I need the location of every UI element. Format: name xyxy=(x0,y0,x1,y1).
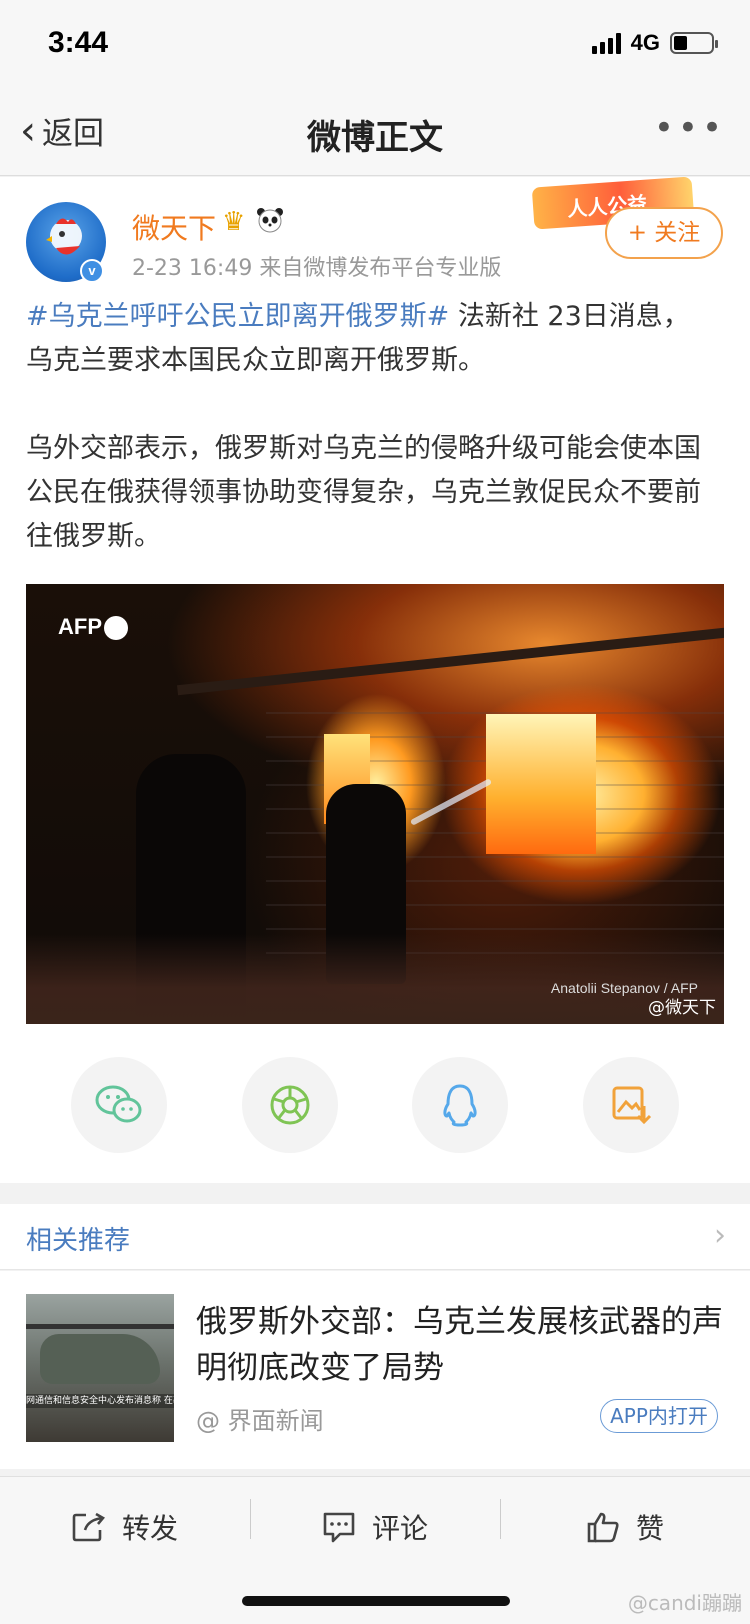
article-thumbnail: 网通信和信息安全中心发布消息称 在基辅州上空击落一架俄罗斯卡 xyxy=(26,1294,174,1442)
chevron-right-icon: › xyxy=(714,1218,726,1253)
wechat-icon xyxy=(95,1085,142,1123)
repost-icon xyxy=(72,1512,105,1542)
comment-button[interactable]: 评论 xyxy=(322,1497,428,1557)
debris xyxy=(26,934,724,1024)
panda-icon xyxy=(256,207,284,240)
nav-bar: ‹ 返回 微博正文 ••• xyxy=(0,90,750,176)
follow-button[interactable]: + 关注 xyxy=(605,207,723,259)
helicopter-rotor xyxy=(26,1324,174,1329)
share-moments-button[interactable] xyxy=(242,1057,338,1153)
page-title: 微博正文 xyxy=(307,118,443,158)
divider xyxy=(500,1499,501,1539)
comment-icon xyxy=(323,1512,355,1543)
photo-watermark: @微天下 xyxy=(648,998,716,1018)
post-text: #乌克兰呼吁公民立即离开俄罗斯# 法新社 23日消息，乌克兰要求本国民众立即离开… xyxy=(26,295,706,603)
crown-icon: ♛ xyxy=(222,207,246,237)
battery-icon xyxy=(670,32,718,54)
verified-badge-icon: v xyxy=(80,259,104,283)
more-icon[interactable]: ••• xyxy=(654,108,726,148)
action-bar: 转发 评论 赞 @candi蹦蹦 xyxy=(0,1476,750,1624)
thumbnail-caption: 网通信和信息安全中心发布消息称 在基辅州上空击落一架俄罗斯卡 xyxy=(26,1394,174,1408)
hashtag-link[interactable]: #乌克兰呼吁公民立即离开俄罗斯# xyxy=(26,301,449,332)
status-bar: 3:44 4G xyxy=(0,0,750,90)
corner-watermark: @candi蹦蹦 xyxy=(627,1591,742,1615)
helicopter-wreck xyxy=(40,1334,160,1384)
qq-icon xyxy=(443,1084,477,1127)
repost-label: 转发 xyxy=(122,1512,179,1545)
divider xyxy=(250,1499,251,1539)
moments-icon xyxy=(270,1085,310,1125)
post-photo[interactable]: AFP Anatolii Stepanov / AFP @微天下 xyxy=(26,584,724,1024)
rooster-logo-icon xyxy=(46,218,82,255)
like-icon xyxy=(587,1512,619,1543)
like-label: 赞 xyxy=(636,1512,665,1545)
status-time: 3:44 xyxy=(48,26,109,59)
comment-label: 评论 xyxy=(372,1512,429,1545)
save-image-icon xyxy=(612,1086,652,1125)
user-name[interactable]: 微天下 xyxy=(132,207,216,247)
related-title: 相关推荐 xyxy=(26,1226,131,1256)
status-indicators: 4G xyxy=(591,30,718,56)
network-type: 4G xyxy=(630,30,660,55)
post-paragraph: 乌外交部表示，俄罗斯对乌克兰的侵略升级可能会使本国公民在俄获得领事协助变得复杂，… xyxy=(26,433,701,552)
home-indicator[interactable] xyxy=(242,1596,510,1606)
related-header[interactable]: 相关推荐 › xyxy=(0,1204,750,1270)
save-image-button[interactable] xyxy=(583,1057,679,1153)
share-qq-button[interactable] xyxy=(412,1057,508,1153)
post-meta: 2-23 16:49 来自微博发布平台专业版 xyxy=(132,256,502,281)
afp-logo: AFP xyxy=(58,614,128,641)
signal-icon xyxy=(591,32,621,54)
related-article[interactable]: 网通信和信息安全中心发布消息称 在基辅州上空击落一架俄罗斯卡 俄罗斯外交部：乌克… xyxy=(0,1271,750,1469)
weibo-post: v 微天下 ♛ 2-23 16:49 来自微博发布平台专业版 人人公益 + 关注… xyxy=(0,176,750,1183)
open-in-app-button[interactable]: APP内打开 xyxy=(600,1399,718,1433)
share-wechat-button[interactable] xyxy=(71,1057,167,1153)
repost-button[interactable]: 转发 xyxy=(72,1497,178,1557)
like-button[interactable]: 赞 xyxy=(586,1497,664,1557)
article-source: @ 界面新闻 xyxy=(196,1407,324,1435)
article-title: 俄罗斯外交部：乌克兰发展核武器的声明彻底改变了局势 xyxy=(196,1304,723,1386)
burning-window xyxy=(486,714,596,854)
share-row xyxy=(0,1057,750,1153)
